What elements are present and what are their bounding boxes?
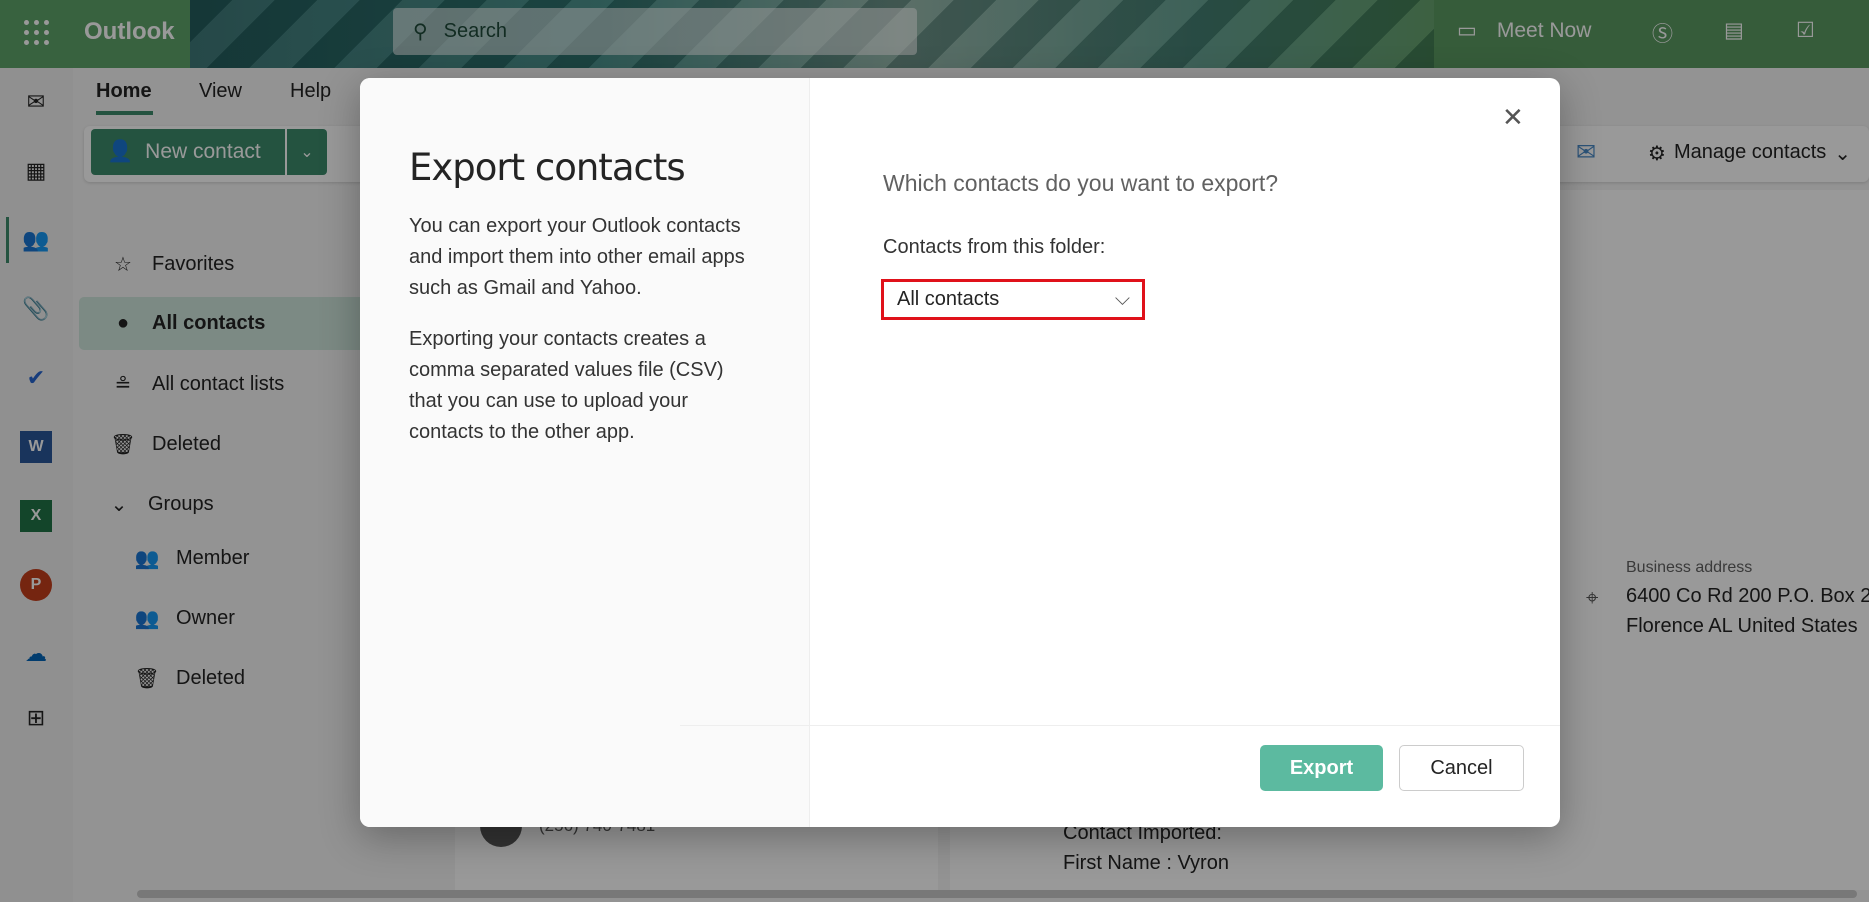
export-contacts-dialog: Export contacts You can export your Outl… xyxy=(360,78,1560,827)
close-icon[interactable]: ✕ xyxy=(1502,102,1524,133)
folder-label: Contacts from this folder: xyxy=(883,236,1106,258)
dialog-question: Which contacts do you want to export? xyxy=(883,170,1279,196)
dialog-description-1: You can export your Outlook contacts and… xyxy=(409,215,745,299)
footer-divider xyxy=(680,725,1560,726)
dialog-title: Export contacts xyxy=(409,146,686,189)
dialog-description-2: Exporting your contacts creates a comma … xyxy=(409,328,724,443)
cancel-button[interactable]: Cancel xyxy=(1399,745,1524,791)
dialog-info-panel: Export contacts You can export your Outl… xyxy=(360,78,810,827)
chevron-down-icon: ⌵ xyxy=(1114,288,1130,310)
export-button[interactable]: Export xyxy=(1260,745,1383,791)
folder-select[interactable]: All contacts ⌵ xyxy=(881,279,1145,320)
folder-select-value: All contacts xyxy=(897,288,1000,310)
